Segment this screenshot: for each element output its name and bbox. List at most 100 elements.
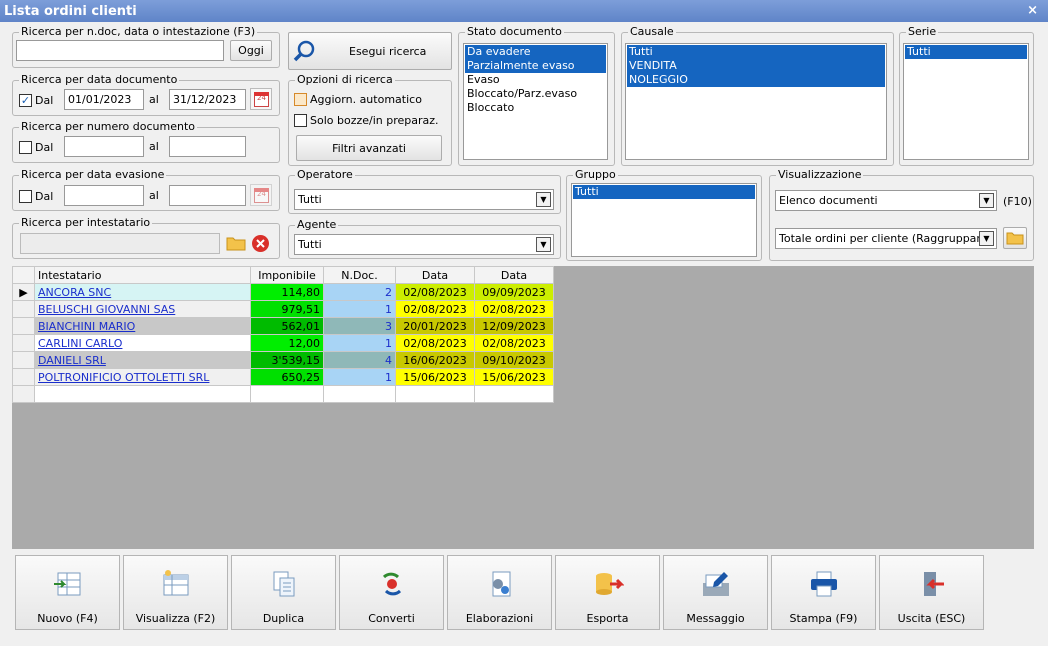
date2-cell[interactable]: 15/06/2023 xyxy=(474,368,554,386)
holder-input[interactable] xyxy=(20,233,220,254)
ndoc-cell[interactable]: 1 xyxy=(323,368,396,386)
col-header-amount[interactable]: Imponibile xyxy=(250,266,324,284)
gruppo-list[interactable]: Tutti xyxy=(571,183,757,257)
auto-update-checkbox[interactable] xyxy=(294,93,307,106)
amount-cell[interactable]: 562,01 xyxy=(250,317,324,335)
list-item[interactable]: Parzialmente evaso xyxy=(465,59,606,73)
col-header-date2[interactable]: Data xyxy=(474,266,554,284)
col-header-ndoc[interactable]: N.Doc. xyxy=(323,266,396,284)
table-row[interactable]: BELUSCHI GIOVANNI SAS 979,51 1 02/08/2023 02… xyxy=(12,300,554,318)
date2-cell[interactable]: 02/08/2023 xyxy=(474,300,554,318)
date-doc-from-input[interactable]: 01/01/2023 xyxy=(64,89,144,110)
table-row[interactable]: ▶ ANCORA SNC 114,80 2 02/08/2023 09/09/2023 xyxy=(12,283,554,301)
date2-cell[interactable]: 12/09/2023 xyxy=(474,317,554,335)
grouping-folder-button[interactable] xyxy=(1003,227,1027,249)
new-row[interactable] xyxy=(12,385,554,403)
holder-link[interactable]: DANIELI SRL xyxy=(38,354,106,367)
agent-select[interactable]: Tutti ▼ xyxy=(294,234,554,255)
search-input[interactable] xyxy=(16,40,224,61)
table-row[interactable]: POLTRONIFICIO OTTOLETTI SRL 650,25 1 15/06/… xyxy=(12,368,554,386)
num-doc-to-input[interactable] xyxy=(169,136,246,157)
amount-cell[interactable]: 650,25 xyxy=(250,368,324,386)
holder-cell[interactable]: POLTRONIFICIO OTTOLETTI SRL xyxy=(34,368,251,386)
print-button[interactable]: Stampa (F9) xyxy=(771,555,876,630)
num-doc-checkbox[interactable] xyxy=(19,141,32,154)
holder-link[interactable]: BELUSCHI GIOVANNI SAS xyxy=(38,303,175,316)
drafts-only-checkbox[interactable] xyxy=(294,114,307,127)
ndoc-cell[interactable]: 1 xyxy=(323,300,396,318)
serie-list[interactable]: Tutti xyxy=(903,43,1029,160)
list-item[interactable]: VENDITA xyxy=(627,59,885,73)
date2-cell[interactable]: 02/08/2023 xyxy=(474,334,554,352)
holder-cell[interactable]: BELUSCHI GIOVANNI SAS xyxy=(34,300,251,318)
holder-cell[interactable]: BIANCHINI MARIO xyxy=(34,317,251,335)
row-indicator[interactable] xyxy=(12,368,35,386)
today-button[interactable]: Oggi xyxy=(230,40,272,61)
row-indicator[interactable] xyxy=(12,300,35,318)
holder-cell[interactable]: CARLINI CARLO xyxy=(34,334,251,352)
table-row[interactable]: BIANCHINI MARIO 562,01 3 20/01/2023 12/09/20… xyxy=(12,317,554,335)
row-indicator[interactable] xyxy=(12,351,35,369)
date1-cell[interactable]: 16/06/2023 xyxy=(395,351,475,369)
table-row[interactable]: CARLINI CARLO 12,00 1 02/08/2023 02/08/2023 xyxy=(12,334,554,352)
export-button[interactable]: Esporta xyxy=(555,555,660,630)
date-evas-calendar-button[interactable]: 24 xyxy=(250,184,272,206)
causale-list[interactable]: Tutti VENDITA NOLEGGIO xyxy=(625,43,887,160)
ndoc-cell[interactable]: 2 xyxy=(323,283,396,301)
date-evas-to-input[interactable] xyxy=(169,185,246,206)
view-button[interactable]: Visualizza (F2) xyxy=(123,555,228,630)
date-doc-calendar-button[interactable]: 24 xyxy=(250,88,272,110)
clear-icon[interactable] xyxy=(251,234,270,253)
date1-cell[interactable]: 20/01/2023 xyxy=(395,317,475,335)
new-button[interactable]: Nuovo (F4) xyxy=(15,555,120,630)
empty-cell[interactable] xyxy=(474,385,554,403)
num-doc-from-input[interactable] xyxy=(64,136,144,157)
date-evas-checkbox[interactable] xyxy=(19,190,32,203)
holder-cell[interactable]: DANIELI SRL xyxy=(34,351,251,369)
amount-cell[interactable]: 12,00 xyxy=(250,334,324,352)
empty-cell[interactable] xyxy=(323,385,396,403)
ndoc-cell[interactable]: 4 xyxy=(323,351,396,369)
process-button[interactable]: Elaborazioni xyxy=(447,555,552,630)
convert-button[interactable]: Converti xyxy=(339,555,444,630)
empty-cell[interactable] xyxy=(395,385,475,403)
list-item[interactable]: Bloccato/Parz.evaso xyxy=(465,87,606,101)
holder-link[interactable]: POLTRONIFICIO OTTOLETTI SRL xyxy=(38,371,209,384)
date1-cell[interactable]: 02/08/2023 xyxy=(395,283,475,301)
message-button[interactable]: Messaggio xyxy=(663,555,768,630)
date-evas-from-input[interactable] xyxy=(64,185,144,206)
empty-cell[interactable] xyxy=(250,385,324,403)
date-doc-to-input[interactable]: 31/12/2023 xyxy=(169,89,246,110)
date1-cell[interactable]: 02/08/2023 xyxy=(395,334,475,352)
duplicate-button[interactable]: Duplica xyxy=(231,555,336,630)
row-indicator[interactable] xyxy=(12,334,35,352)
table-row[interactable]: DANIELI SRL 3'539,15 4 16/06/2023 09/10/2023 xyxy=(12,351,554,369)
amount-cell[interactable]: 3'539,15 xyxy=(250,351,324,369)
exit-button[interactable]: Uscita (ESC) xyxy=(879,555,984,630)
execute-search-button[interactable]: Esegui ricerca xyxy=(288,32,452,70)
row-indicator[interactable] xyxy=(12,317,35,335)
empty-cell[interactable] xyxy=(12,385,35,403)
close-icon[interactable]: × xyxy=(1027,3,1038,18)
list-item[interactable]: Tutti xyxy=(573,185,755,199)
doc-state-list[interactable]: Da evadere Parzialmente evaso Evaso Bloc… xyxy=(463,43,608,160)
list-item[interactable]: Evaso xyxy=(465,73,606,87)
date2-cell[interactable]: 09/10/2023 xyxy=(474,351,554,369)
holder-cell[interactable]: ANCORA SNC xyxy=(34,283,251,301)
list-item[interactable]: Bloccato xyxy=(465,101,606,115)
date1-cell[interactable]: 02/08/2023 xyxy=(395,300,475,318)
advanced-filters-button[interactable]: Filtri avanzati xyxy=(296,135,442,161)
folder-icon[interactable] xyxy=(226,234,246,252)
empty-cell[interactable] xyxy=(34,385,251,403)
amount-cell[interactable]: 114,80 xyxy=(250,283,324,301)
col-header-date1[interactable]: Data xyxy=(395,266,475,284)
date-doc-checkbox[interactable]: ✓ xyxy=(19,94,32,107)
holder-link[interactable]: ANCORA SNC xyxy=(38,286,111,299)
amount-cell[interactable]: 979,51 xyxy=(250,300,324,318)
view-mode-select[interactable]: Elenco documenti ▼ xyxy=(775,190,997,211)
date2-cell[interactable]: 09/09/2023 xyxy=(474,283,554,301)
list-item[interactable]: Tutti xyxy=(627,45,885,59)
ndoc-cell[interactable]: 3 xyxy=(323,317,396,335)
col-header-holder[interactable]: Intestatario xyxy=(34,266,251,284)
date1-cell[interactable]: 15/06/2023 xyxy=(395,368,475,386)
